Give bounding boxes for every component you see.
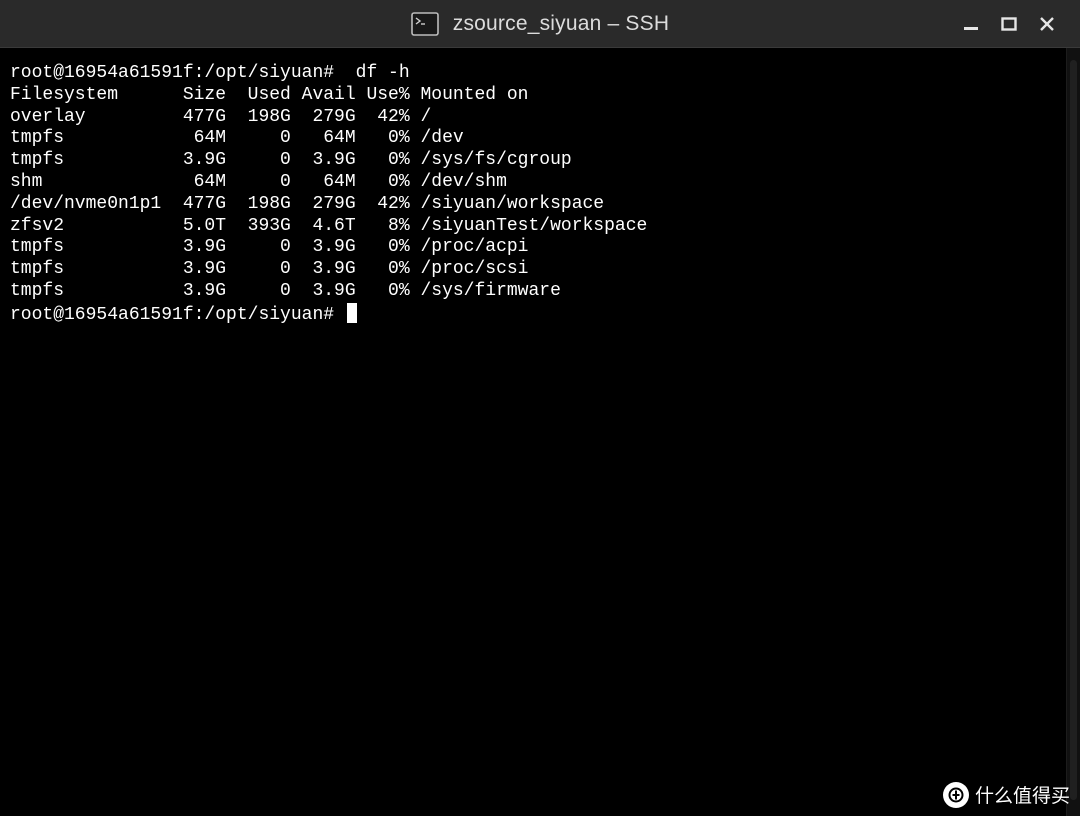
watermark-text: 什么值得买 [974,785,1070,807]
watermark: 什么值得买 [942,781,1070,808]
vertical-scrollbar[interactable] [1066,48,1080,816]
terminal-line: tmpfs 3.9G 0 3.9G 0% /proc/acpi [10,237,529,258]
terminal-line: zfsv2 5.0T 393G 4.6T 8% /siyuanTest/work… [10,215,648,236]
window-controls [948,0,1062,48]
title-group: zsource_siyuan – SSH [0,0,1080,48]
terminal-prompt-line[interactable]: root@16954a61591f:/opt/siyuan# [10,302,1066,325]
minimize-button[interactable] [956,9,986,39]
ssh-terminal-window: zsource_siyuan – SSH root@16954a61591f:/… [0,0,1080,816]
maximize-icon [1001,17,1017,31]
minimize-icon [964,27,978,30]
terminal-line: shm 64M 0 64M 0% /dev/shm [10,171,507,192]
shell-prompt: root@16954a61591f:/opt/siyuan# [10,304,345,325]
scrollbar-thumb[interactable] [1070,60,1077,800]
terminal-line: tmpfs 3.9G 0 3.9G 0% /sys/fs/cgroup [10,150,572,171]
close-button[interactable] [1032,9,1062,39]
terminal-line-command: root@16954a61591f:/opt/siyuan# df -h [10,63,410,83]
terminal-line: tmpfs 3.9G 0 3.9G 0% /sys/firmware [10,280,561,301]
terminal-icon [410,12,439,36]
watermark-logo-icon [942,781,969,808]
window-title: zsource_siyuan – SSH [452,12,670,35]
close-icon [1040,17,1054,31]
watermark-glyph-icon [948,787,964,802]
terminal-line: tmpfs 64M 0 64M 0% /dev [10,128,464,149]
terminal-line: /dev/nvme0n1p1 477G 198G 279G 42% /siyua… [10,193,605,214]
terminal-line: overlay 477G 198G 279G 42% / [10,106,432,127]
terminal-line-header: Filesystem Size Used Avail Use% Mounted … [10,84,529,105]
text-cursor [346,302,357,323]
title-bar[interactable]: zsource_siyuan – SSH [0,0,1080,48]
terminal-line: tmpfs 3.9G 0 3.9G 0% /proc/scsi [10,259,529,280]
maximize-button[interactable] [994,9,1024,39]
terminal-output[interactable]: root@16954a61591f:/opt/siyuan# df -h Fil… [0,48,1066,816]
